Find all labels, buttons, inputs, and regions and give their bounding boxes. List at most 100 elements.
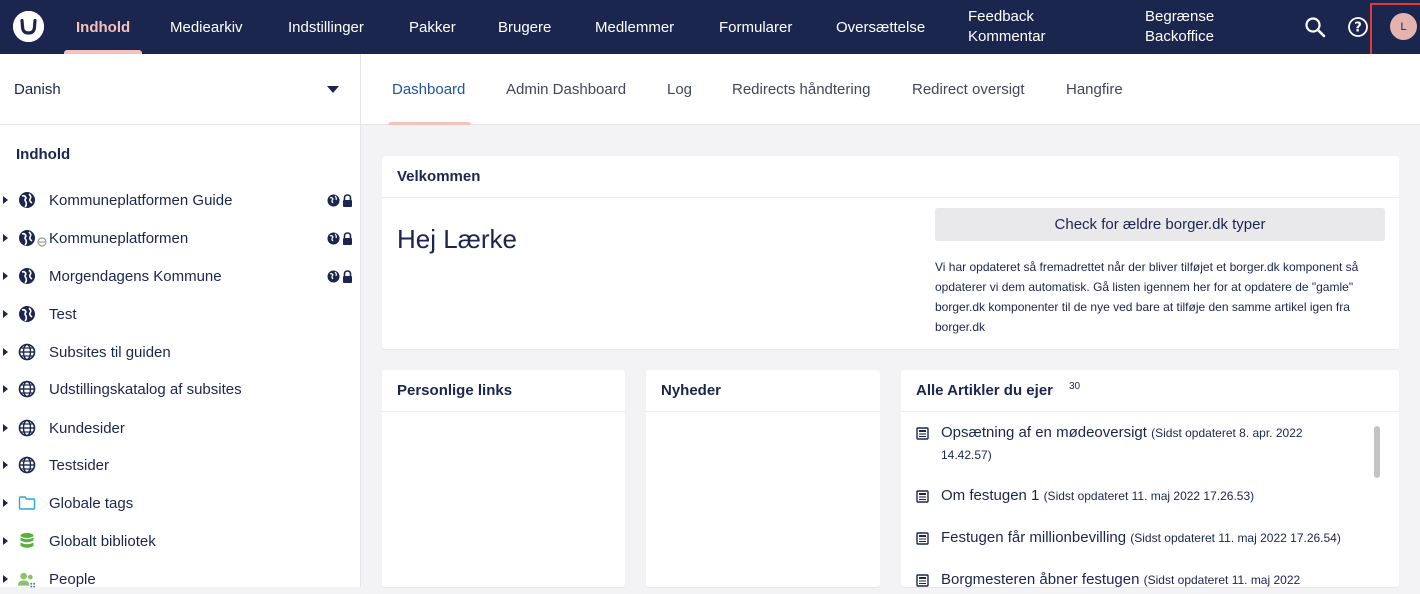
borger-dk-info-text: Vi har opdateret så fremadrettet når der… [935,260,1359,334]
tree-item-label: Morgendagens Kommune [49,267,222,285]
tab-redirects-handtering[interactable]: Redirects håndtering [732,54,870,125]
tree-item-label: Globale tags [49,494,134,512]
nav-formularer[interactable]: Formularer [719,0,792,54]
disabled-icon [37,234,47,251]
expand-caret-icon[interactable] [3,348,8,356]
world-icon [17,343,36,362]
expand-caret-icon[interactable] [3,196,8,204]
greeting: Hej Lærke [397,224,517,254]
expand-caret-icon[interactable] [3,461,8,469]
tree-item-label: Test [49,305,77,323]
tree-item-morgendagens-kommune[interactable]: Morgendagens Kommune [0,261,361,291]
tree-item-subsites-til-guiden[interactable]: Subsites til guiden [0,337,361,367]
expand-caret-icon[interactable] [3,272,8,280]
expand-caret-icon[interactable] [3,234,8,242]
nav-begraense-line1: Begrænse [1145,8,1215,25]
tree-item-label: People [49,570,96,588]
tab-log[interactable]: Log [667,54,692,125]
tree-item-people[interactable]: People [0,564,361,594]
article-item[interactable]: Om festugen 1 (Sidst opdateret 11. maj 2… [916,485,1356,507]
top-navigation: Indhold Mediearkiv Indstillinger Pakker … [0,0,1420,54]
tab-hangfire[interactable]: Hangfire [1066,54,1123,125]
nav-begraense-line2: Backoffice [1145,28,1214,45]
expand-caret-icon[interactable] [3,424,8,432]
globe-icon [17,191,36,210]
articles-scrollbar[interactable] [1374,426,1380,478]
globe-flag-icon [327,232,340,244]
tree-item-flags [327,231,353,245]
umbraco-logo-icon [13,11,44,42]
world-icon [17,456,36,475]
article-document-icon [916,572,929,587]
umbraco-logo[interactable] [13,11,44,42]
folder-icon [17,494,36,513]
tree-item-label: Testsider [49,456,110,474]
globe-flag-icon [327,194,340,206]
nav-indstillinger[interactable]: Indstillinger [288,0,364,54]
tree-item-label: Kommuneplatformen [49,229,189,247]
expand-caret-icon[interactable] [3,575,8,583]
article-updated: (Sidst opdateret 11. maj 2022 [1143,573,1301,587]
lock-icon [343,269,352,283]
tree-item-label: Kundesider [49,419,125,437]
tree-item-testsider[interactable]: Testsider [0,450,361,480]
world-icon [17,380,36,399]
tree-item-udstillingskatalog[interactable]: Udstillingskatalog af subsites [0,374,361,404]
article-updated: (Sidst opdateret 11. maj 2022 17.26.53) [1043,489,1255,503]
globe-flag-icon [327,270,340,282]
globe-icon [17,305,36,324]
nav-feedback-kommentar[interactable]: Feedback Kommentar [968,0,1046,54]
nav-oversaettelse[interactable]: Oversættelse [836,0,925,54]
articles-title: Alle Artikler du ejer [916,382,1053,399]
lock-icon [343,231,352,245]
article-document-icon [916,530,929,552]
expand-caret-icon[interactable] [3,310,8,318]
search-icon[interactable] [1302,14,1328,40]
language-select[interactable]: Danish [0,54,361,125]
tab-admin-dashboard[interactable]: Admin Dashboard [506,54,626,125]
database-icon [17,532,36,551]
welcome-card: Velkommen Hej Lærke Check for ældre borg… [382,156,1399,349]
article-document-icon [916,488,929,510]
article-title[interactable]: Opsætning af en mødeoversigt [941,424,1147,441]
nav-feedback-line2: Kommentar [968,28,1046,45]
article-title[interactable]: Om festugen 1 [941,487,1039,504]
tree-heading: Indhold [16,146,71,163]
help-icon[interactable]: ? [1345,14,1371,40]
world-icon [17,419,36,438]
article-title[interactable]: Festugen får millionbevilling [941,529,1126,546]
tree-item-kommuneplatformen-guide[interactable]: Kommuneplatformen Guide [0,185,361,215]
expand-caret-icon[interactable] [3,499,8,507]
article-item[interactable]: Borgmesteren åbner festugen (Sidst opdat… [916,569,1356,587]
tree-item-kommuneplatformen[interactable]: Kommuneplatformen [0,223,361,253]
articles-count-badge: 30 [1069,381,1081,392]
lock-icon [343,193,352,207]
tab-redirect-oversigt[interactable]: Redirect oversigt [912,54,1025,125]
article-title[interactable]: Borgmesteren åbner festugen [941,571,1139,587]
news-title: Nyheder [646,370,880,412]
tree-item-label: Subsites til guiden [49,343,171,361]
personal-links-card: Personlige links [382,370,625,587]
tree-item-kundesider[interactable]: Kundesider [0,413,361,443]
article-updated: (Sidst opdateret 11. maj 2022 17.26.54) [1130,531,1341,545]
tree-item-globale-tags[interactable]: Globale tags [0,488,361,518]
nav-medlemmer[interactable]: Medlemmer [595,0,674,54]
article-item[interactable]: Festugen får millionbevilling (Sidst opd… [916,527,1356,549]
nav-brugere[interactable]: Brugere [498,0,551,54]
nav-mediearkiv[interactable]: Mediearkiv [170,0,243,54]
language-selected: Danish [14,80,61,98]
tab-dashboard[interactable]: Dashboard [387,54,472,125]
expand-caret-icon[interactable] [3,385,8,393]
tree-item-test[interactable]: Test [0,299,361,329]
expand-caret-icon[interactable] [3,537,8,545]
article-item[interactable]: Opsætning af en mødeoversigt (Sidst opda… [916,422,1356,466]
check-borger-dk-button[interactable]: Check for ældre borger.dk typer [935,208,1385,241]
nav-begraense-backoffice[interactable]: Begrænse Backoffice [1145,0,1214,54]
news-card: Nyheder [646,370,880,587]
tree-item-globalt-bibliotek[interactable]: Globalt bibliotek [0,526,361,556]
chevron-down-icon [327,86,339,93]
nav-pakker[interactable]: Pakker [409,0,456,54]
nav-indhold[interactable]: Indhold [63,0,143,54]
welcome-card-title: Velkommen [382,156,1399,198]
svg-text:?: ? [1354,21,1362,36]
